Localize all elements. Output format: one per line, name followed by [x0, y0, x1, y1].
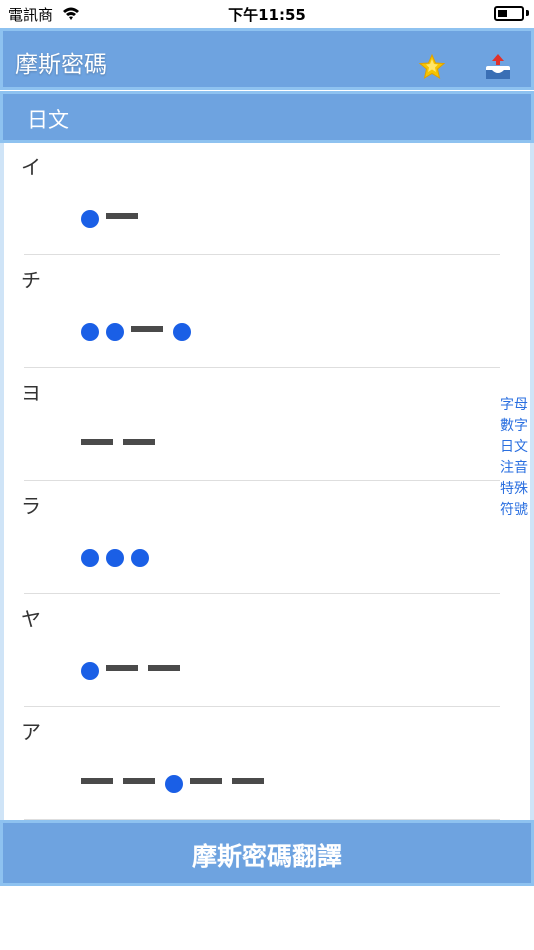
morse-dot — [106, 323, 124, 341]
index-item-symbols[interactable]: 符號 — [500, 500, 534, 521]
morse-code — [81, 770, 274, 793]
list-item[interactable]: チ — [0, 258, 534, 371]
morse-dash — [81, 778, 113, 784]
list-item[interactable]: ラ — [0, 484, 534, 597]
morse-dot — [106, 549, 124, 567]
list-item[interactable]: ヤ — [0, 597, 534, 710]
index-item-numbers[interactable]: 數字 — [500, 416, 534, 437]
section-header: 日文 — [0, 91, 534, 143]
app-header: 摩斯密碼 — [0, 28, 534, 90]
morse-dot — [165, 775, 183, 793]
morse-dash — [106, 213, 138, 219]
translate-button-label: 摩斯密碼翻譯 — [191, 842, 342, 871]
list-item-character: ラ — [21, 494, 41, 518]
morse-dash — [148, 665, 180, 671]
list-item-character: イ — [21, 155, 41, 179]
morse-dot — [81, 662, 99, 680]
battery-icon — [494, 6, 524, 21]
share-inbox-icon[interactable] — [483, 53, 513, 83]
morse-dash — [123, 778, 155, 784]
list-item[interactable]: イ — [0, 145, 534, 258]
morse-dot — [131, 549, 149, 567]
morse-dot — [173, 323, 191, 341]
morse-dash — [106, 665, 138, 671]
divider — [24, 367, 500, 368]
section-title: 日文 — [27, 108, 69, 132]
morse-dot — [81, 549, 99, 567]
morse-code — [81, 544, 156, 567]
divider — [24, 254, 500, 255]
divider — [24, 480, 500, 481]
translate-button[interactable]: 摩斯密碼翻譯 — [0, 820, 534, 886]
morse-dash — [81, 439, 113, 445]
morse-code — [81, 205, 148, 228]
index-item-letters[interactable]: 字母 — [500, 395, 534, 416]
status-time: 下午11:55 — [228, 6, 306, 24]
morse-dash — [131, 326, 163, 332]
list-item[interactable]: ヨ — [0, 371, 534, 484]
morse-code — [81, 431, 165, 453]
morse-code — [81, 657, 190, 680]
morse-dash — [232, 778, 264, 784]
morse-list[interactable]: イ チ ヨ ラ ヤ ア — [0, 145, 534, 821]
list-item-character: ヨ — [21, 381, 41, 405]
list-item-character: ア — [21, 720, 41, 744]
index-item-japanese[interactable]: 日文 — [500, 437, 534, 458]
morse-dot — [81, 323, 99, 341]
favorite-star-icon[interactable] — [418, 53, 446, 81]
index-item-special[interactable]: 特殊 — [500, 479, 534, 500]
list-item[interactable]: ア — [0, 710, 534, 821]
morse-dot — [81, 210, 99, 228]
index-item-zhuyin[interactable]: 注音 — [500, 458, 534, 479]
section-index: 字母 數字 日文 注音 特殊 符號 — [500, 395, 534, 521]
divider — [24, 593, 500, 594]
morse-dash — [190, 778, 222, 784]
divider — [24, 706, 500, 707]
morse-code — [81, 318, 198, 341]
list-item-character: ヤ — [21, 607, 41, 631]
list-item-character: チ — [21, 268, 41, 292]
app-title: 摩斯密碼 — [15, 52, 107, 78]
battery-tip — [526, 10, 529, 16]
morse-dash — [123, 439, 155, 445]
status-bar: 電訊商 下午11:55 — [0, 0, 534, 28]
